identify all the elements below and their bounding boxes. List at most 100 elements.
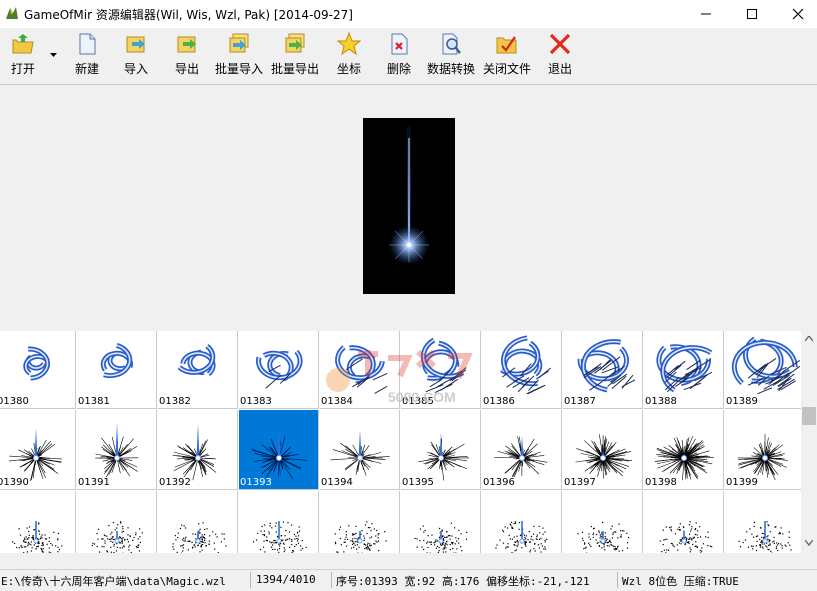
thumbnail-image (725, 491, 801, 553)
thumbnail-image (0, 491, 76, 553)
thumbnail-cell[interactable] (482, 491, 562, 553)
thumbnail-cell[interactable] (644, 491, 724, 553)
thumbnail-index-label: 01387 (563, 396, 597, 407)
maximize-button[interactable] (729, 0, 775, 28)
thumbnail-cell[interactable]: 01380 (0, 331, 76, 409)
magnifier-icon (439, 32, 463, 56)
batch-export-button[interactable]: 批量导出 (270, 32, 320, 80)
thumbnail-image (644, 491, 724, 553)
exit-x-icon (548, 32, 572, 56)
delete-label: 删除 (387, 60, 411, 77)
close-file-button[interactable]: 关闭文件 (482, 32, 532, 80)
delete-file-icon (387, 32, 411, 56)
thumbnail-index-label: 01380 (0, 396, 30, 407)
vertical-scroll-thumb[interactable] (802, 407, 816, 425)
thumbnail-index-label: 01392 (158, 477, 192, 488)
game-app-icon (4, 5, 20, 21)
open-label: 打开 (11, 60, 35, 77)
export-button[interactable]: 导出 (171, 32, 203, 80)
thumbnail-index-label: 01397 (563, 477, 597, 488)
maximize-icon (746, 8, 758, 20)
thumbnail-cell[interactable]: 01383 (239, 331, 319, 409)
new-file-icon (75, 32, 99, 56)
status-file-path: E:\传奇\十六周年客户端\data\Magic.wzl (1, 573, 226, 589)
thumbnail-cell[interactable]: 01398 (644, 410, 724, 490)
thumbnail-cell[interactable] (563, 491, 643, 553)
scroll-down-arrow-icon[interactable] (805, 540, 813, 546)
thumbnail-image (77, 491, 157, 553)
image-preview-panel (0, 84, 817, 332)
open-folder-icon (11, 32, 35, 56)
batch-import-button[interactable]: 批量导入 (214, 32, 264, 80)
thumbnail-cell[interactable]: 01392 (158, 410, 238, 490)
data-convert-label: 数据转换 (427, 60, 475, 77)
thumbnail-grid[interactable]: 01380 01381 01382 01383 01384 01385 01386 01387… (0, 331, 801, 553)
thumbnail-index-label: 01394 (320, 477, 354, 488)
title-bar: GameOfMir 资源编辑器(Wil, Wis, Wzl, Pak) [201… (0, 0, 817, 28)
thumbnail-cell[interactable]: 01396 (482, 410, 562, 490)
thumbnail-cell[interactable] (239, 491, 319, 553)
thumbnail-index-label: 01399 (725, 477, 759, 488)
thumbnail-cell[interactable] (401, 491, 481, 553)
thumbnail-cell[interactable]: 01385 (401, 331, 481, 409)
thumbnail-cell[interactable] (158, 491, 238, 553)
thumbnail-cell[interactable]: 01395 (401, 410, 481, 490)
status-divider (331, 572, 332, 588)
thumbnail-cell[interactable]: 01384 (320, 331, 400, 409)
new-button[interactable]: 新建 (71, 32, 103, 80)
import-button[interactable]: 导入 (120, 32, 152, 80)
thumbnail-index-label: 01383 (239, 396, 273, 407)
thumbnail-index-label: 01396 (482, 477, 516, 488)
batch-import-label: 批量导入 (215, 60, 263, 77)
status-divider (617, 572, 618, 588)
thumbnail-index-label: 01385 (401, 396, 435, 407)
thumbnail-cell[interactable]: 01381 (77, 331, 157, 409)
star-icon (337, 32, 361, 56)
batch-export-label: 批量导出 (271, 60, 319, 77)
open-dropdown-arrow-icon[interactable] (50, 53, 57, 58)
thumbnail-index-label: 01381 (77, 396, 111, 407)
thumbnail-cell[interactable]: 01389 (725, 331, 801, 409)
thumbnail-index-label: 01382 (158, 396, 192, 407)
data-convert-button[interactable]: 数据转换 (426, 32, 476, 80)
export-label: 导出 (175, 60, 199, 77)
thumbnail-cell[interactable]: 01399 (725, 410, 801, 490)
window-title: GameOfMir 资源编辑器(Wil, Wis, Wzl, Pak) [201… (24, 6, 353, 23)
batch-import-icon (227, 32, 251, 56)
import-icon (124, 32, 148, 56)
thumbnail-cell[interactable]: 01393 (239, 410, 319, 490)
open-button[interactable]: 打开 (6, 32, 40, 80)
minimize-button[interactable] (683, 0, 729, 28)
thumbnail-cell[interactable] (320, 491, 400, 553)
thumbnail-cell[interactable]: 01386 (482, 331, 562, 409)
delete-button[interactable]: 删除 (383, 32, 415, 80)
thumbnail-index-label: 01384 (320, 396, 354, 407)
new-label: 新建 (75, 60, 99, 77)
thumbnail-index-label: 01386 (482, 396, 516, 407)
status-bar: E:\传奇\十六周年客户端\data\Magic.wzl 1394/4010 序… (0, 569, 817, 591)
thumbnail-index-label: 01389 (725, 396, 759, 407)
thumbnail-cell[interactable]: 01394 (320, 410, 400, 490)
thumbnail-index-label: 01390 (0, 477, 30, 488)
thumbnail-cell[interactable]: 01388 (644, 331, 724, 409)
scroll-up-arrow-icon[interactable] (805, 336, 813, 342)
thumbnail-index-label: 01393 (239, 477, 273, 488)
preview-image (363, 118, 455, 294)
thumbnail-cell[interactable]: 01390 (0, 410, 76, 490)
thumbnail-cell[interactable] (725, 491, 801, 553)
coords-button[interactable]: 坐标 (333, 32, 365, 80)
toolbar: 打开 新建 导入 导出 批量导入 (0, 28, 817, 82)
close-button[interactable] (775, 0, 817, 28)
export-icon (175, 32, 199, 56)
vertical-scrollbar[interactable] (801, 331, 817, 553)
thumbnail-cell[interactable]: 01391 (77, 410, 157, 490)
status-format: Wzl 8位色 压缩:TRUE (622, 573, 739, 589)
close-file-label: 关闭文件 (483, 60, 531, 77)
thumbnail-cell[interactable]: 01387 (563, 331, 643, 409)
thumbnail-cell[interactable]: 01382 (158, 331, 238, 409)
thumbnail-cell[interactable]: 01397 (563, 410, 643, 490)
thumbnail-cell[interactable] (0, 491, 76, 553)
exit-button[interactable]: 退出 (544, 32, 576, 80)
thumbnail-image (563, 491, 643, 553)
thumbnail-cell[interactable] (77, 491, 157, 553)
